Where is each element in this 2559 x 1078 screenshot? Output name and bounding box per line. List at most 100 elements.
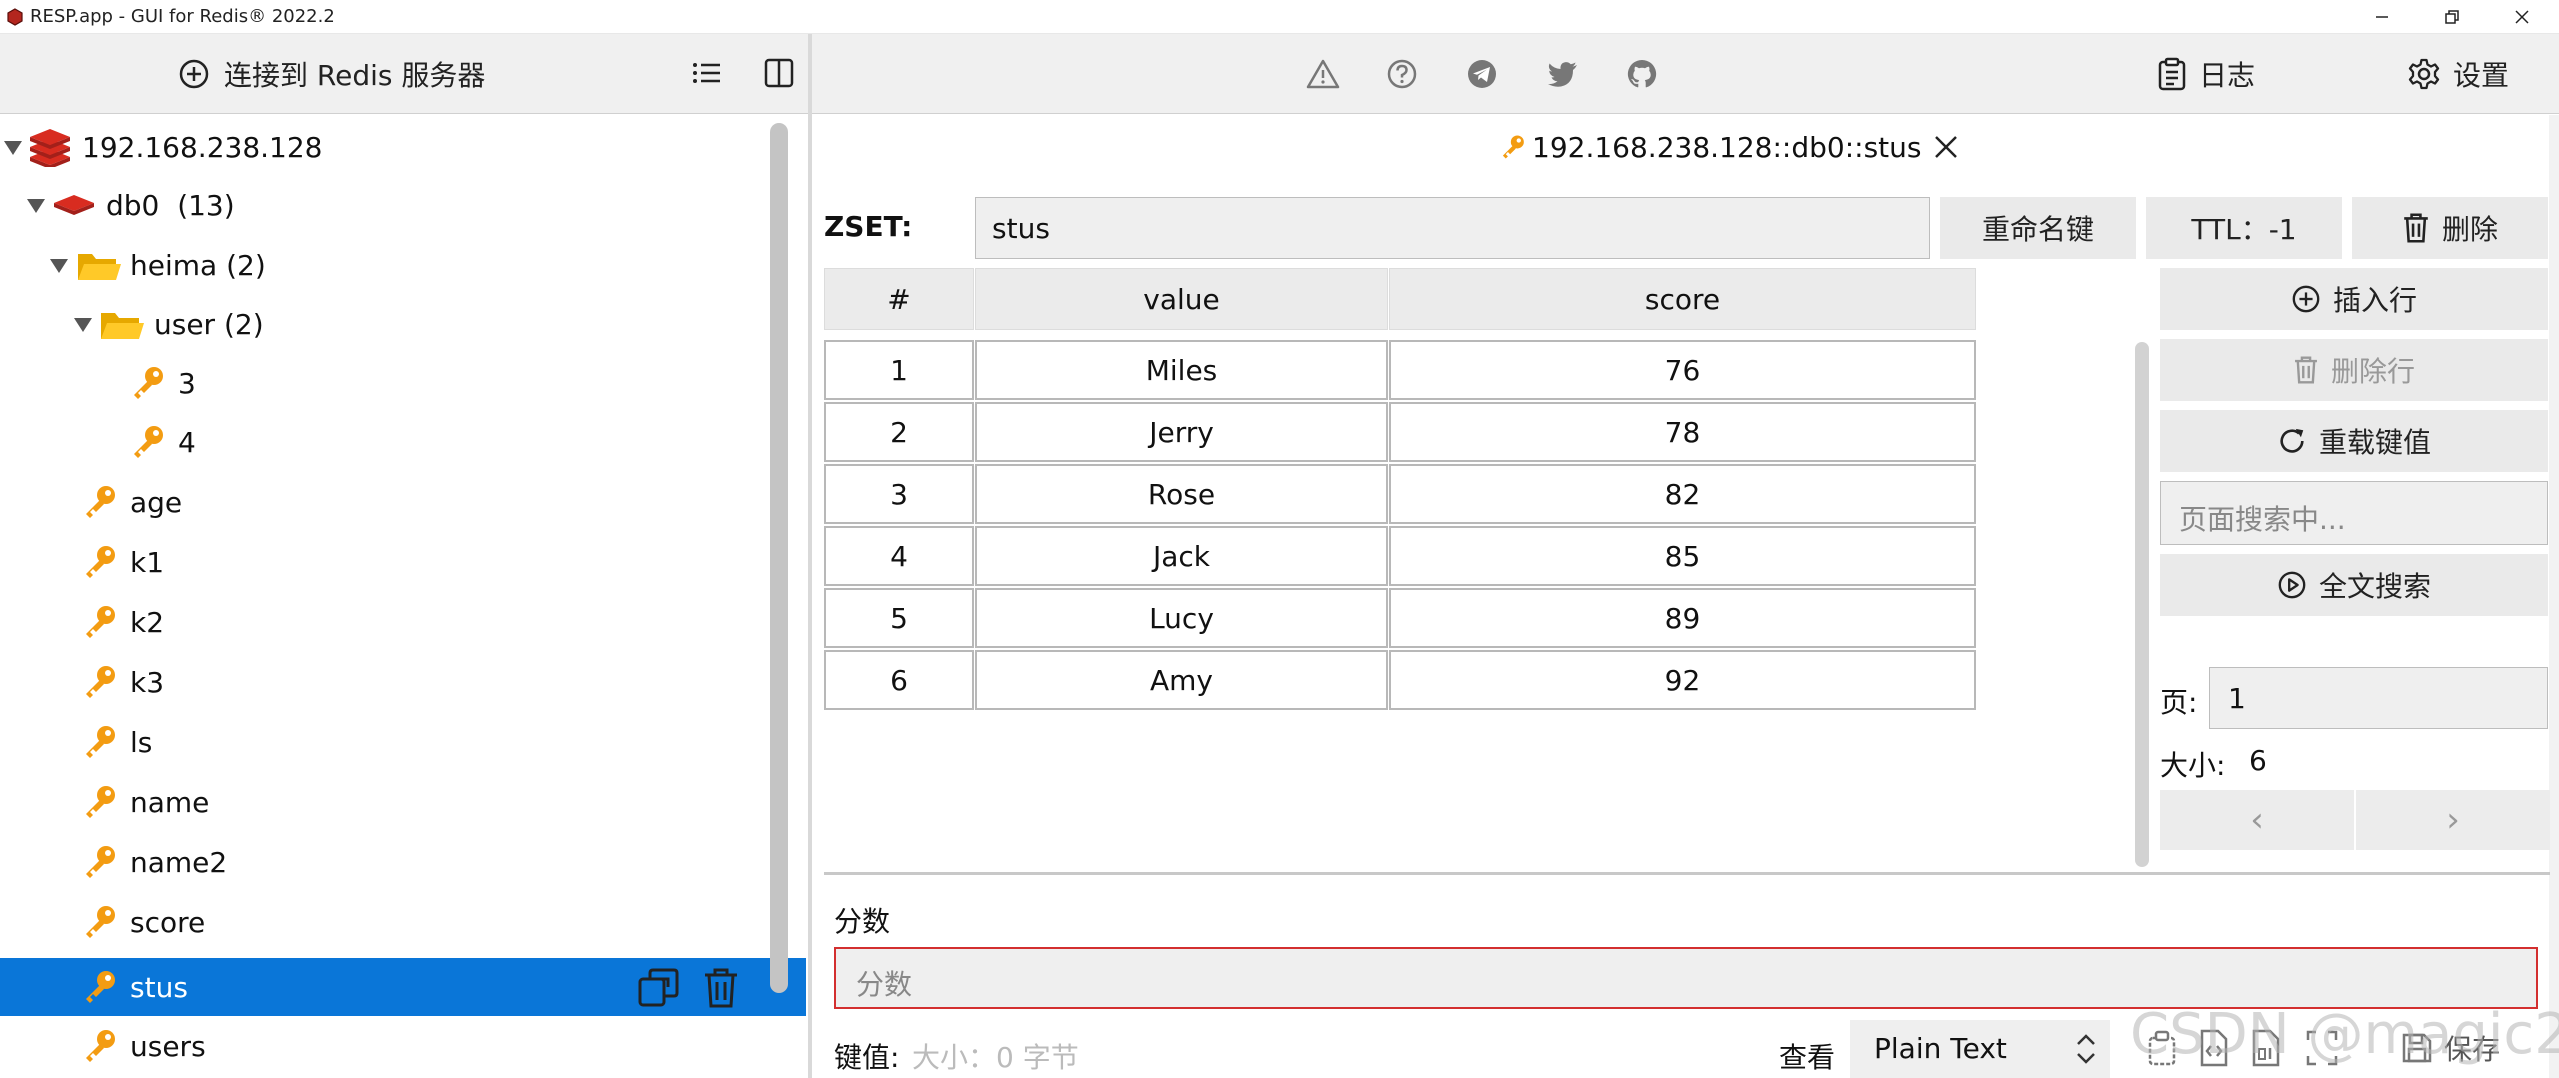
cell-index[interactable]: 4 (824, 526, 974, 586)
cell-value[interactable]: Jerry (975, 402, 1388, 462)
restore-button[interactable] (2417, 0, 2487, 34)
connect-to-redis-button[interactable]: 连接到 Redis 服务器 (178, 54, 485, 94)
key-icon (86, 906, 115, 938)
key-label: 3 (178, 366, 196, 400)
list-icon (693, 63, 720, 83)
key-icon (86, 726, 115, 758)
cell-value[interactable]: Miles (975, 340, 1388, 400)
size-label: 大小: (2160, 749, 2226, 782)
key-icon (86, 606, 115, 638)
column-header-value[interactable]: value (975, 268, 1388, 330)
tree-key-row-selected[interactable]: stus (0, 958, 806, 1016)
reload-button[interactable]: 重载键值 (2160, 410, 2548, 472)
key-type-label: ZSET: (824, 210, 913, 243)
tree-key-row[interactable]: name2 (0, 833, 806, 891)
connect-label: 连接到 Redis 服务器 (224, 59, 486, 92)
content-scrollbar[interactable] (2549, 115, 2559, 1078)
cell-value[interactable]: Amy (975, 650, 1388, 710)
column-header-score[interactable]: score (1389, 268, 1976, 330)
cell-score[interactable]: 78 (1389, 402, 1976, 462)
tree-key-row[interactable]: k1 (0, 533, 806, 591)
tree-server-row[interactable]: 192.168.238.128 (0, 118, 806, 176)
key-label: age (130, 485, 183, 519)
view-as-label: 查看 (1779, 1041, 1836, 1074)
key-label: ls (130, 725, 153, 759)
watermark: CSDN @magic245 (2130, 1002, 2559, 1067)
settings-label: 设置 (2453, 59, 2510, 92)
page-search-input[interactable]: 页面搜索中... (2160, 481, 2548, 545)
score-input[interactable]: 分数 (834, 947, 2538, 1009)
cell-score[interactable]: 89 (1389, 588, 1976, 648)
insert-row-button[interactable]: 插入行 (2160, 268, 2548, 330)
trash-icon[interactable] (702, 967, 740, 1009)
tree-key-row[interactable]: 3 (0, 354, 806, 412)
expand-triangle-icon[interactable] (4, 141, 22, 155)
key-icon (86, 546, 115, 578)
telegram-icon[interactable] (1466, 58, 1498, 90)
table-scrollbar[interactable] (2135, 342, 2149, 867)
trash-icon (2404, 213, 2428, 243)
cell-value[interactable]: Lucy (975, 588, 1388, 648)
close-tab-icon[interactable] (1933, 134, 1959, 160)
cell-index[interactable]: 3 (824, 464, 974, 524)
cell-score[interactable]: 76 (1389, 340, 1976, 400)
cell-index[interactable]: 1 (824, 340, 974, 400)
format-select[interactable]: Plain Text (1850, 1020, 2110, 1078)
column-header-index[interactable]: # (824, 268, 974, 330)
cell-value[interactable]: Jack (975, 526, 1388, 586)
cell-index[interactable]: 6 (824, 650, 974, 710)
restore-icon (2445, 10, 2459, 24)
prev-page-button[interactable]: ‹ (2160, 790, 2354, 850)
cell-score[interactable]: 82 (1389, 464, 1976, 524)
settings-button[interactable]: 设置 (2407, 54, 2509, 94)
expand-triangle-icon[interactable] (27, 199, 45, 213)
fulltext-search-label: 全文搜索 (2318, 570, 2431, 603)
tree-folder-heima[interactable]: heima (2) (0, 236, 806, 294)
key-name-field[interactable]: stus (975, 197, 1930, 259)
window-title: RESP.app - GUI for Redis® 2022.2 (30, 6, 335, 27)
tree-key-row[interactable]: users (0, 1017, 806, 1075)
github-icon[interactable] (1626, 58, 1658, 90)
tree-key-row[interactable]: ls (0, 713, 806, 771)
tree-folder-user[interactable]: user (2) (0, 295, 806, 353)
page-number-input[interactable]: 1 (2209, 667, 2548, 729)
close-window-button[interactable] (2487, 0, 2557, 34)
rename-key-button[interactable]: 重命名键 (1940, 197, 2136, 259)
twitter-icon[interactable] (1546, 58, 1580, 90)
cell-score[interactable]: 85 (1389, 526, 1976, 586)
delete-key-button[interactable]: 删除 (2352, 197, 2548, 259)
tree-key-row[interactable]: name (0, 773, 806, 831)
tree-key-row[interactable]: k3 (0, 653, 806, 711)
tree-scrollbar[interactable] (770, 123, 788, 993)
toggle-panel-button[interactable] (762, 56, 796, 90)
next-page-button[interactable]: › (2356, 790, 2550, 850)
page-label: 页: (2160, 686, 2198, 719)
ttl-button[interactable]: TTL：-1 (2146, 197, 2342, 259)
tree-key-row[interactable]: k2 (0, 593, 806, 651)
fulltext-search-button[interactable]: 全文搜索 (2160, 554, 2548, 616)
panel-splitter[interactable] (808, 34, 812, 1078)
copy-key-icon[interactable] (636, 967, 680, 1009)
key-tab[interactable]: 192.168.238.128::db0::stus (1500, 127, 1965, 167)
cell-score[interactable]: 92 (1389, 650, 1976, 710)
tree-key-row[interactable]: score (0, 893, 806, 951)
list-view-button[interactable] (690, 56, 724, 90)
expand-triangle-icon[interactable] (50, 259, 68, 273)
log-button[interactable]: 日志 (2157, 54, 2255, 94)
delete-row-button[interactable]: 删除行 (2160, 339, 2548, 401)
editor-divider[interactable] (824, 872, 2550, 875)
key-label: name2 (130, 845, 228, 879)
tree-key-row[interactable]: age (0, 473, 806, 531)
cell-index[interactable]: 5 (824, 588, 974, 648)
help-icon[interactable] (1386, 58, 1418, 90)
tab-title: 192.168.238.128::db0::stus (1532, 130, 1922, 164)
connection-tree: 192.168.238.128 db0 (13) heima (2) user … (0, 115, 810, 1078)
tree-key-row[interactable]: 4 (0, 413, 806, 471)
cell-index[interactable]: 2 (824, 402, 974, 462)
tree-db-row[interactable]: db0 (13) (0, 176, 806, 234)
expand-triangle-icon[interactable] (74, 318, 92, 332)
cell-value[interactable]: Rose (975, 464, 1388, 524)
minimize-button[interactable] (2347, 0, 2417, 34)
warning-icon[interactable] (1306, 58, 1340, 90)
key-icon (86, 1030, 115, 1062)
